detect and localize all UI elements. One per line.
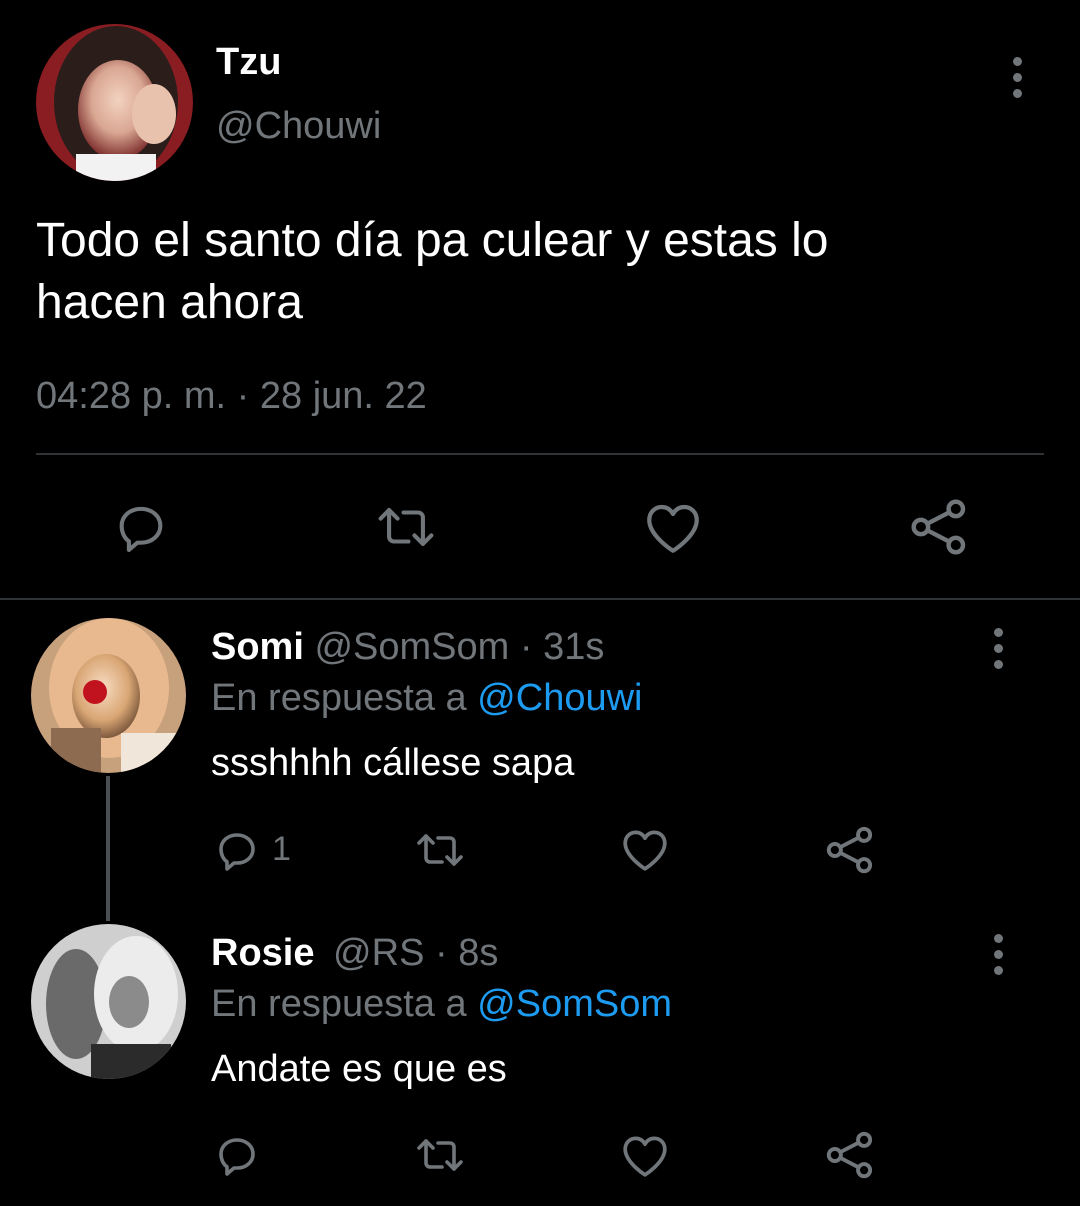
reply-header: Somi @SomSom · 31s bbox=[211, 625, 604, 669]
tweet-text: Andate es que es bbox=[211, 1048, 507, 1090]
retweet-icon[interactable] bbox=[412, 826, 468, 874]
more-options-icon[interactable] bbox=[1013, 57, 1022, 105]
display-name[interactable]: Somi bbox=[211, 626, 304, 668]
reply-header: Rosie @RS · 8s bbox=[211, 931, 498, 975]
handle[interactable]: @RS bbox=[333, 932, 424, 974]
relative-time[interactable]: · 8s bbox=[435, 932, 498, 974]
reply-icon[interactable] bbox=[112, 498, 170, 556]
reply-prefix: En respuesta a bbox=[211, 677, 467, 719]
share-icon[interactable] bbox=[908, 496, 970, 558]
relative-time[interactable]: · 31s bbox=[520, 626, 604, 668]
tweet-text-line: hacen ahora bbox=[36, 276, 303, 329]
display-name[interactable]: Rosie bbox=[211, 932, 314, 974]
retweet-icon[interactable] bbox=[373, 498, 439, 556]
timestamp[interactable]: 04:28 p. m. · 28 jun. 22 bbox=[36, 374, 427, 418]
thread-connector bbox=[106, 776, 110, 921]
avatar[interactable] bbox=[31, 924, 186, 1079]
more-options-icon[interactable] bbox=[994, 628, 1003, 676]
reply-icon[interactable] bbox=[213, 826, 261, 874]
reply-count: 1 bbox=[272, 830, 291, 868]
tweet-text-line: Todo el santo día pa culear y estas lo bbox=[36, 214, 829, 267]
handle[interactable]: @Chouwi bbox=[216, 104, 381, 148]
reply-icon[interactable] bbox=[213, 1131, 261, 1179]
avatar[interactable] bbox=[31, 618, 186, 773]
share-icon[interactable] bbox=[824, 1129, 876, 1181]
avatar[interactable] bbox=[36, 24, 193, 181]
like-icon[interactable] bbox=[643, 499, 703, 555]
reply-context: En respuesta a @SomSom bbox=[211, 982, 672, 1026]
reply-context: En respuesta a @Chouwi bbox=[211, 676, 642, 720]
tweet-text: Todo el santo día pa culear y estas lo h… bbox=[36, 210, 1046, 334]
display-name[interactable]: Tzu bbox=[216, 40, 281, 84]
retweet-icon[interactable] bbox=[412, 1131, 468, 1179]
mention-link[interactable]: @SomSom bbox=[477, 983, 672, 1025]
share-icon[interactable] bbox=[824, 824, 876, 876]
tweet-text: ssshhhh cállese sapa bbox=[211, 742, 575, 784]
mention-link[interactable]: @Chouwi bbox=[477, 677, 642, 719]
reply-prefix: En respuesta a bbox=[211, 983, 467, 1025]
like-icon[interactable] bbox=[620, 1132, 670, 1178]
like-icon[interactable] bbox=[620, 826, 670, 872]
divider bbox=[0, 598, 1080, 600]
divider bbox=[36, 453, 1044, 455]
more-options-icon[interactable] bbox=[994, 934, 1003, 982]
handle[interactable]: @SomSom bbox=[314, 626, 509, 668]
